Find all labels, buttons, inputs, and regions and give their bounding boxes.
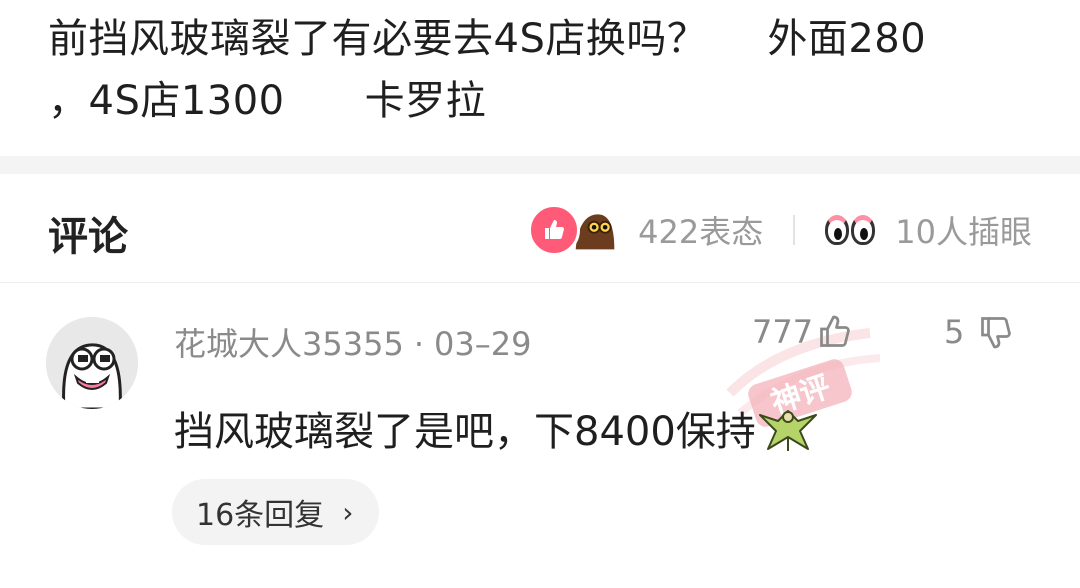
avatar[interactable] [46, 317, 138, 409]
reactions-bar[interactable]: 422表态 10人插眼 [528, 204, 1032, 256]
view-replies-button[interactable]: 16条回复 › [172, 479, 380, 545]
dislike-button[interactable]: 5 [944, 313, 1014, 351]
eyes-icon [825, 215, 876, 245]
post-title-line1-extra: 外面280 [767, 16, 927, 62]
post-title: 前挡风玻璃裂了有必要去4S店换吗？ 外面280 ，4S店1300 卡罗拉 [48, 8, 1048, 132]
comment-body: 挡风玻璃裂了是吧，下8400保持 [174, 399, 818, 457]
post-title-line2b: 卡罗拉 [364, 78, 487, 124]
reactions-separator [793, 215, 796, 245]
section-divider [0, 156, 1080, 174]
kite-emoji-icon [758, 410, 817, 451]
comments-title: 评论 [48, 214, 128, 260]
reactions-count: 422表态 [638, 213, 764, 251]
username[interactable]: 花城大人35355 [174, 325, 404, 363]
thumb-down-icon [981, 317, 1012, 349]
comment-date: 03–29 [433, 325, 532, 363]
meta-separator: · [413, 325, 424, 363]
comment-meta: 花城大人35355 · 03–29 [174, 319, 531, 365]
like-count: 777 [752, 313, 814, 351]
dislike-count: 5 [944, 313, 965, 351]
thumb-up-icon [820, 315, 850, 347]
comment-item: 花城大人35355 · 03–29 神评 777 5 挡风玻璃裂了是吧，下8400保… [0, 283, 1080, 588]
reply-count-label: 16条回复 [196, 498, 325, 533]
comments-header: 评论 422表态 10人插眼 [0, 174, 1080, 284]
like-reaction-icon [528, 204, 581, 256]
chevron-right-icon: › [342, 495, 354, 529]
watchers-count: 10人插眼 [895, 213, 1032, 251]
like-button[interactable]: 777 [752, 313, 853, 351]
post-title-line1: 前挡风玻璃裂了有必要去4S店换吗？ [48, 16, 708, 62]
post-title-line2a: ，4S店1300 [48, 78, 285, 124]
comment-text: 挡风玻璃裂了是吧，下8400保持 [174, 409, 756, 455]
